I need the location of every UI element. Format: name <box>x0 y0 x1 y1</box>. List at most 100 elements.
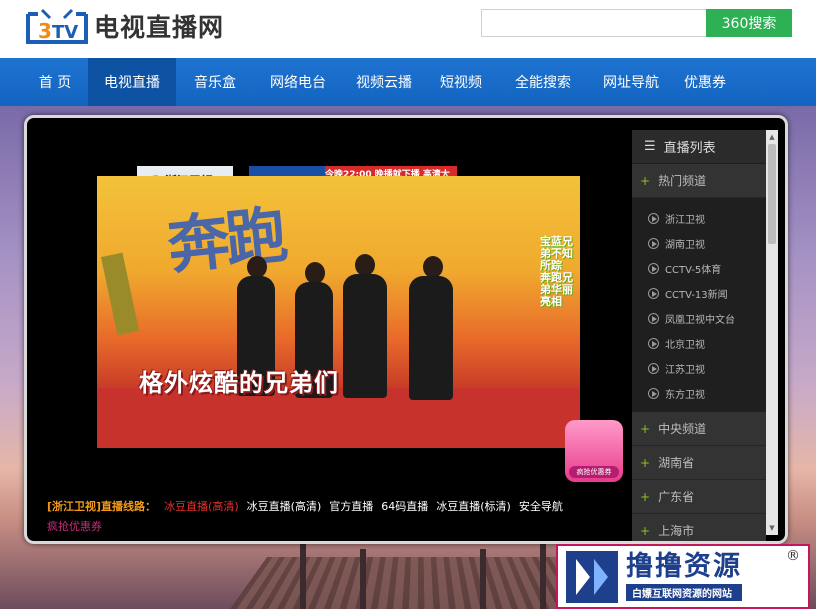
nav-item-short-video[interactable]: 短视频 <box>426 58 496 106</box>
channel-item[interactable]: 湖南卫视 <box>632 231 766 256</box>
watermark-subtitle: 白嫖互联网资源的网站 <box>626 584 742 601</box>
flag-decoration <box>100 252 140 336</box>
channel-label: CCTV-5体育 <box>665 265 722 276</box>
watermark-text: 撸撸资源 白嫖互联网资源的网站 <box>626 552 742 601</box>
svg-text:TV: TV <box>52 22 78 43</box>
live-list-panel: ☰ 直播列表 + 热门频道 浙江卫视 湖南卫视 CCTV-5体育 CCTV-13… <box>632 130 766 541</box>
channel-item[interactable]: CCTV-5体育 <box>632 256 766 281</box>
play-circle-icon <box>648 313 659 324</box>
channel-item[interactable]: 凤凰卫视中文台 <box>632 306 766 331</box>
video-frame: 奔跑 格外炫酷的兄弟们 宝蓝兄弟不知所踪 奔跑兄弟华丽亮相 <box>97 176 580 448</box>
channel-list: 浙江卫视 湖南卫视 CCTV-5体育 CCTV-13新闻 凤凰卫视中文台 北京卫… <box>632 198 766 412</box>
plus-icon: + <box>640 489 651 504</box>
search-input[interactable] <box>481 9 707 37</box>
group-hunan[interactable]: + 湖南省 <box>632 446 766 480</box>
pier-post <box>480 549 486 609</box>
coupon-link[interactable]: 疯抢优惠券 <box>47 518 102 534</box>
line-link[interactable]: 安全导航 <box>519 498 563 514</box>
live-list-header: ☰ 直播列表 <box>632 130 766 164</box>
group-hot-channels[interactable]: + 热门频道 <box>632 164 766 198</box>
play-circle-icon <box>648 288 659 299</box>
watermark: 撸撸资源 白嫖互联网资源的网站 ® <box>556 544 810 609</box>
nav-item-tv-live[interactable]: 电视直播 <box>88 58 176 106</box>
group-label: 上海市 <box>658 524 695 538</box>
scroll-up-icon[interactable]: ▲ <box>768 132 776 142</box>
group-central-channels[interactable]: + 中央频道 <box>632 412 766 446</box>
pier-post <box>360 549 366 609</box>
sticker-label: 疯抢优惠券 <box>569 466 619 478</box>
line-link[interactable]: 官方直播 <box>329 498 373 514</box>
dancer-head <box>305 262 325 284</box>
video-player: 浙江卫视 奏时丽人明月心 今晚22:00 晚播就下播 高清大放送 奔跑 格外炫酷… <box>24 115 788 544</box>
plus-icon: + <box>640 173 651 188</box>
play-circle-icon <box>648 363 659 374</box>
channel-label: 凤凰卫视中文台 <box>665 315 735 326</box>
scroll-down-icon[interactable]: ▼ <box>768 523 776 533</box>
search-button[interactable]: 360搜索 <box>706 9 792 37</box>
channel-label: 北京卫视 <box>665 340 705 351</box>
play-circle-icon <box>648 238 659 249</box>
line-link[interactable]: 冰豆直播(高清) <box>247 498 322 514</box>
dancer <box>409 276 453 400</box>
nav-item-music-box[interactable]: 音乐盒 <box>176 58 254 106</box>
play-circle-icon <box>648 388 659 399</box>
play-circle-icon <box>648 338 659 349</box>
nav-item-video-cloud[interactable]: 视频云播 <box>342 58 426 106</box>
channel-item[interactable]: 浙江卫视 <box>632 206 766 231</box>
list-icon: ☰ <box>644 139 656 154</box>
stream-lines-bar: [浙江卫视]直播线路： 冰豆直播(高清) 冰豆直播(高清) 官方直播 64码直播… <box>47 498 637 514</box>
dancer-head <box>423 256 443 278</box>
lines-label: [浙江卫视]直播线路： <box>47 500 157 513</box>
live-list-title: 直播列表 <box>663 141 716 156</box>
channel-label: CCTV-13新闻 <box>665 290 728 301</box>
group-label: 湖南省 <box>658 456 695 470</box>
video-area[interactable]: 浙江卫视 奏时丽人明月心 今晚22:00 晚播就下播 高清大放送 奔跑 格外炫酷… <box>45 130 633 482</box>
show-title-backdrop: 奔跑 <box>164 198 288 283</box>
channel-item[interactable]: 东方卫视 <box>632 381 766 406</box>
channel-label: 湖南卫视 <box>665 240 705 251</box>
pier-post <box>300 539 306 609</box>
group-label: 广东省 <box>658 490 695 504</box>
live-list-scrollbar[interactable]: ▲ ▼ <box>766 130 778 535</box>
channel-item[interactable]: CCTV-13新闻 <box>632 281 766 306</box>
dancer <box>343 274 387 398</box>
channel-label: 江苏卫视 <box>665 365 705 376</box>
coupon-sticker[interactable]: 疯抢优惠券 <box>565 420 623 482</box>
nav-item-radio[interactable]: 网络电台 <box>254 58 342 106</box>
pier-post <box>540 539 546 609</box>
channel-item[interactable]: 北京卫视 <box>632 331 766 356</box>
nav-item-home[interactable]: 首 页 <box>22 58 88 106</box>
site-title[interactable]: 电视直播网 <box>94 8 224 44</box>
video-subtitle: 格外炫酷的兄弟们 <box>139 369 339 397</box>
scroll-thumb[interactable] <box>768 144 776 244</box>
channel-item[interactable]: 江苏卫视 <box>632 356 766 381</box>
pier-decoration <box>228 556 612 609</box>
side-caption: 宝蓝兄弟不知所踪 奔跑兄弟华丽亮相 <box>540 235 573 308</box>
nav-item-search-all[interactable]: 全能搜索 <box>496 58 590 106</box>
group-label: 中央频道 <box>658 422 707 436</box>
group-guangdong[interactable]: + 广东省 <box>632 480 766 514</box>
watermark-logo-icon <box>566 550 618 603</box>
svg-text:3: 3 <box>38 19 52 43</box>
line-link[interactable]: 冰豆直播(高清) <box>164 498 239 514</box>
registered-mark: ® <box>786 548 800 564</box>
plus-icon: + <box>640 421 651 436</box>
dancer-head <box>247 256 267 278</box>
site-header: 3 TV 电视直播网 360搜索 <box>0 0 816 58</box>
plus-icon: + <box>640 455 651 470</box>
line-link[interactable]: 64码直播 <box>381 498 428 514</box>
watermark-title: 撸撸资源 <box>626 551 742 582</box>
nav-item-coupons[interactable]: 优惠券 <box>672 58 738 106</box>
line-link[interactable]: 冰豆直播(标清) <box>436 498 511 514</box>
group-label: 热门频道 <box>658 174 707 188</box>
nav-item-url-nav[interactable]: 网址导航 <box>590 58 672 106</box>
play-circle-icon <box>648 213 659 224</box>
play-circle-icon <box>648 263 659 274</box>
dancer-head <box>355 254 375 276</box>
plus-icon: + <box>640 523 651 538</box>
channel-label: 东方卫视 <box>665 390 705 401</box>
group-shanghai[interactable]: + 上海市 <box>632 514 766 541</box>
channel-label: 浙江卫视 <box>665 215 705 226</box>
main-nav: 首 页 电视直播 音乐盒 网络电台 视频云播 短视频 全能搜索 网址导航 优惠券 <box>0 58 816 106</box>
tv-logo-icon[interactable]: 3 TV <box>24 4 90 46</box>
